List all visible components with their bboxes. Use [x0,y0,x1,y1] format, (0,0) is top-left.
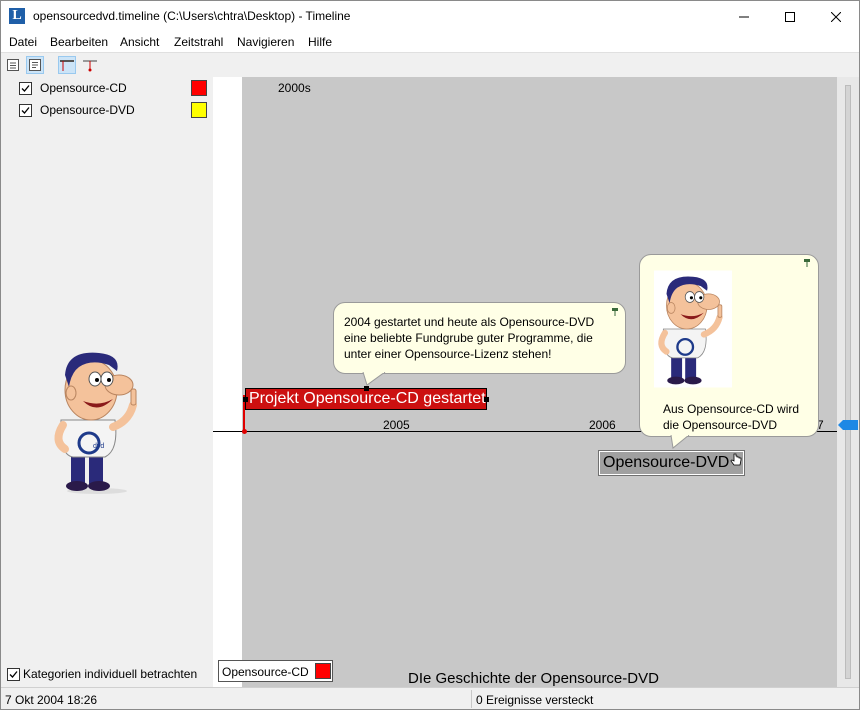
close-button[interactable] [813,1,859,32]
minimize-button[interactable] [721,1,767,32]
event-opensource-dvd[interactable]: Opensource-DVD [598,450,745,476]
timeline-title: DIe Geschichte der Opensource-DVD [408,670,659,687]
svg-text:dvd: dvd [93,443,104,450]
categories-individual-label: Kategorien individuell betrachten [23,667,198,681]
pin-icon[interactable] [802,258,812,268]
window-title: opensourcedvd.timeline (C:\Users\chtra\D… [33,9,351,23]
resize-handle-left[interactable] [243,397,248,402]
status-hidden-events: 0 Ereignisse versteckt [476,693,594,707]
category-color-swatch[interactable] [191,102,207,118]
event-below-icon[interactable] [81,56,99,74]
event-description-bubble-dvd[interactable]: Aus Opensource-CD wird die Opensource-DV… [639,254,819,437]
app-icon: L [9,8,25,24]
category-legend: Opensource-CD [218,660,333,682]
timeline-canvas[interactable]: 2000s 2005 2006 7 2004 gestartet und heu… [213,77,837,687]
bubble-text-line: unter einer Opensource-Lizenz stehen! [344,347,552,361]
bubble-tail [670,435,690,449]
timeline-window: L opensourcedvd.timeline (C:\Users\chtra… [0,0,860,710]
maximize-button[interactable] [767,1,813,32]
legend-color-swatch [315,663,331,679]
menu-datei[interactable]: Datei [9,35,37,49]
category-row-opensource-cd[interactable]: Opensource-CD [19,79,209,97]
bubble-text-line: eine beliebte Fundgrube guter Programme,… [344,331,593,345]
status-datetime: 7 Okt 2004 18:26 [5,693,98,707]
category-row-opensource-dvd[interactable]: Opensource-DVD [19,101,209,119]
menu-bar: Datei Bearbeiten Ansicht Zeitstrahl Navi… [1,32,859,52]
bubble-text-line: 2004 gestartet und heute als Opensource-… [344,315,595,329]
legend-label: Opensource-CD [222,665,309,679]
category-color-swatch[interactable] [191,80,207,96]
bubble-tail [362,372,386,386]
menu-zeitstrahl[interactable]: Zeitstrahl [174,35,223,49]
pin-icon[interactable] [610,307,620,317]
event-description-bubble[interactable]: 2004 gestartet und heute als Opensource-… [333,302,626,374]
show-list-icon[interactable] [4,56,22,74]
bubble-text-line: die Opensource-DVD [663,418,778,432]
category-checkbox[interactable] [19,104,32,117]
hand-cursor-icon [730,453,742,466]
event-label: Projekt Opensource-CD gestartet [249,390,486,407]
title-bar: L opensourcedvd.timeline (C:\Users\chtra… [1,1,859,32]
year-label: 2006 [589,418,616,432]
status-bar: 7 Okt 2004 18:26 0 Ereignisse versteckt [1,687,859,709]
category-label: Opensource-DVD [40,103,135,117]
category-checkbox[interactable] [19,82,32,95]
event-point [242,429,247,434]
event-label: Opensource-DVD [603,454,730,471]
bubble-text: Aus Opensource-CD wird die Opensource-DV… [663,401,813,433]
menu-ansicht[interactable]: Ansicht [120,35,159,49]
show-sidebar-icon[interactable] [26,56,44,74]
event-projekt-opensource-cd[interactable]: Projekt Opensource-CD gestartet [243,386,489,410]
menu-navigieren[interactable]: Navigieren [237,35,294,49]
categories-individual-option[interactable]: Kategorien individuell betrachten [7,667,213,685]
mascot-image [654,270,732,388]
mascot-image: dvd [54,352,137,494]
toolbar [1,52,859,77]
categories-individual-checkbox[interactable] [7,668,20,681]
category-sidebar: Opensource-CD Opensource-DVD dvd Kategor… [1,77,213,687]
scroll-marker-icon[interactable] [837,420,859,430]
menu-bearbeiten[interactable]: Bearbeiten [50,35,108,49]
move-handle[interactable] [364,386,369,391]
bubble-text-line: Aus Opensource-CD wird [663,402,800,416]
status-separator [471,690,472,708]
event-above-icon[interactable] [58,56,76,74]
menu-hilfe[interactable]: Hilfe [308,35,332,49]
year-label: 2005 [383,418,410,432]
resize-handle-right[interactable] [484,397,489,402]
scrollbar-track[interactable] [845,85,851,679]
category-label: Opensource-CD [40,81,127,95]
vertical-scrollbar[interactable] [837,77,859,687]
era-label: 2000s [278,81,311,95]
